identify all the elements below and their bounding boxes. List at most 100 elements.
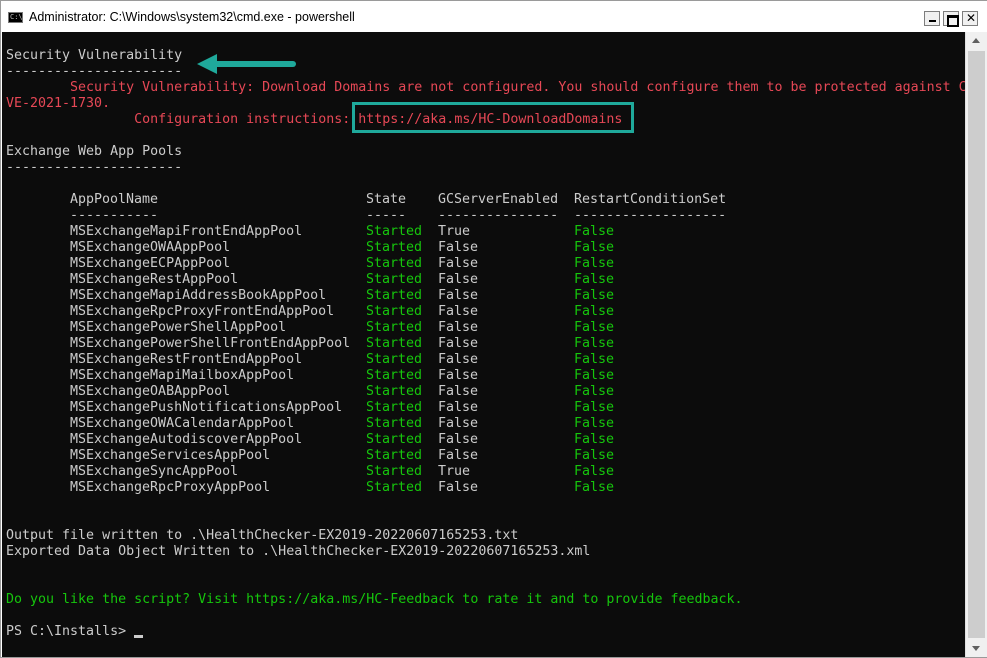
app-pool-state: Started xyxy=(366,416,423,431)
restart-condition-set: False xyxy=(574,288,615,303)
gc-server-enabled: False xyxy=(438,272,479,287)
scroll-up-arrow-icon[interactable] xyxy=(966,32,987,49)
gc-server-enabled: False xyxy=(438,400,479,415)
section-rule-security: ---------------------- xyxy=(6,64,183,79)
restart-condition-set: False xyxy=(574,368,615,383)
app-pool-name: MSExchangeMapiMailboxAppPool xyxy=(70,368,295,383)
restart-condition-set: False xyxy=(574,224,615,239)
gc-server-enabled: True xyxy=(438,464,471,479)
text-cursor xyxy=(134,635,143,638)
output-file-message: Output file written to .\HealthChecker-E… xyxy=(6,528,519,543)
cmd-icon-text: C:\ xyxy=(10,13,23,21)
app-pool-name: MSExchangeOWAAppPool xyxy=(70,240,231,255)
app-pool-name: MSExchangeOWACalendarAppPool xyxy=(70,416,295,431)
scrollbar-thumb[interactable] xyxy=(968,51,985,638)
gc-server-enabled: False xyxy=(438,448,479,463)
section-title-security: Security Vulnerability xyxy=(6,48,183,63)
app-pool-state: Started xyxy=(366,288,423,303)
app-pool-name: MSExchangeMapiAddressBookAppPool xyxy=(70,288,327,303)
app-pool-name: MSExchangeRpcProxyFrontEndAppPool xyxy=(70,304,335,319)
configuration-label: Configuration instructions: xyxy=(6,112,359,127)
app-pool-name: MSExchangeServicesAppPool xyxy=(70,448,271,463)
app-pool-state: Started xyxy=(366,368,423,383)
gc-server-enabled: False xyxy=(438,240,479,255)
section-title-app-pools: Exchange Web App Pools xyxy=(6,144,183,159)
app-pool-state: Started xyxy=(366,272,423,287)
vulnerability-message: Security Vulnerability: Download Domains… xyxy=(6,80,965,95)
gc-server-enabled: False xyxy=(438,288,479,303)
restart-condition-set: False xyxy=(574,464,615,479)
app-pool-state: Started xyxy=(366,400,423,415)
column-header-restartconditionset: RestartConditionSet xyxy=(574,192,727,207)
app-pool-state: Started xyxy=(366,224,423,239)
app-pool-name: MSExchangeRestFrontEndAppPool xyxy=(70,352,303,367)
app-pool-state: Started xyxy=(366,320,423,335)
app-pool-state: Started xyxy=(366,256,423,271)
column-rule: ------------------- xyxy=(574,208,727,223)
gc-server-enabled: False xyxy=(438,432,479,447)
restart-condition-set: False xyxy=(574,256,615,271)
minimize-button[interactable] xyxy=(924,11,940,26)
vertical-scrollbar[interactable] xyxy=(965,32,987,657)
restart-condition-set: False xyxy=(574,320,615,335)
cmd-icon[interactable]: C:\ xyxy=(8,12,23,23)
gc-server-enabled: False xyxy=(438,480,479,495)
app-pool-name: MSExchangePowerShellAppPool xyxy=(70,320,287,335)
command-prompt[interactable]: PS C:\Installs> xyxy=(6,624,134,640)
gc-server-enabled: False xyxy=(438,368,479,383)
annotation-arrow-icon xyxy=(197,54,296,74)
exported-data-message: Exported Data Object Written to .\Health… xyxy=(6,544,591,559)
gc-server-enabled: False xyxy=(438,384,479,399)
app-pool-state: Started xyxy=(366,464,423,479)
app-pool-state: Started xyxy=(366,432,423,447)
app-pool-state: Started xyxy=(366,304,423,319)
app-pool-name: MSExchangePowerShellFrontEndAppPool xyxy=(70,336,351,351)
column-header-apppoolname: AppPoolName xyxy=(70,192,159,207)
restart-condition-set: False xyxy=(574,432,615,447)
close-button[interactable]: ✕ xyxy=(962,11,978,26)
restart-condition-set: False xyxy=(574,336,615,351)
close-icon: ✕ xyxy=(966,11,977,25)
app-pool-name: MSExchangeECPAppPool xyxy=(70,256,231,271)
gc-server-enabled: False xyxy=(438,256,479,271)
url-highlight-box xyxy=(352,102,634,133)
restart-condition-set: False xyxy=(574,384,615,399)
maximize-button[interactable] xyxy=(943,11,959,27)
column-rule: ----- xyxy=(366,208,407,223)
app-pool-name: MSExchangeRpcProxyAppPool xyxy=(70,480,271,495)
gc-server-enabled: True xyxy=(438,224,471,239)
vulnerability-message-cont: VE-2021-1730. xyxy=(6,96,111,111)
app-pool-name: MSExchangePushNotificationsAppPool xyxy=(70,400,343,415)
column-header-gcserverenabled: GCServerEnabled xyxy=(438,192,559,207)
app-pool-name: MSExchangeSyncAppPool xyxy=(70,464,239,479)
restart-condition-set: False xyxy=(574,448,615,463)
feedback-message: Do you like the script? Visit https://ak… xyxy=(6,592,743,607)
app-pool-name: MSExchangeRestAppPool xyxy=(70,272,239,287)
restart-condition-set: False xyxy=(574,352,615,367)
app-pool-name: MSExchangeAutodiscoverAppPool xyxy=(70,432,303,447)
app-pool-state: Started xyxy=(366,384,423,399)
scroll-down-arrow-icon[interactable] xyxy=(966,640,987,657)
restart-condition-set: False xyxy=(574,400,615,415)
section-rule-app-pools: ---------------------- xyxy=(6,160,183,175)
gc-server-enabled: False xyxy=(438,320,479,335)
gc-server-enabled: False xyxy=(438,304,479,319)
app-pool-name: MSExchangeMapiFrontEndAppPool xyxy=(70,224,303,239)
title-bar[interactable]: C:\ Administrator: C:\Windows\system32\c… xyxy=(1,1,987,32)
app-pool-state: Started xyxy=(366,352,423,367)
column-rule: --------------- xyxy=(438,208,559,223)
restart-condition-set: False xyxy=(574,272,615,287)
app-pool-state: Started xyxy=(366,448,423,463)
gc-server-enabled: False xyxy=(438,416,479,431)
console-window: C:\ Administrator: C:\Windows\system32\c… xyxy=(0,0,987,658)
app-pool-state: Started xyxy=(366,336,423,351)
window-title: Administrator: C:\Windows\system32\cmd.e… xyxy=(29,10,355,24)
app-pool-state: Started xyxy=(366,240,423,255)
restart-condition-set: False xyxy=(574,480,615,495)
app-pool-name: MSExchangeOABAppPool xyxy=(70,384,231,399)
restart-condition-set: False xyxy=(574,304,615,319)
restart-condition-set: False xyxy=(574,416,615,431)
app-pool-state: Started xyxy=(366,480,423,495)
restart-condition-set: False xyxy=(574,240,615,255)
column-rule: ----------- xyxy=(70,208,159,223)
